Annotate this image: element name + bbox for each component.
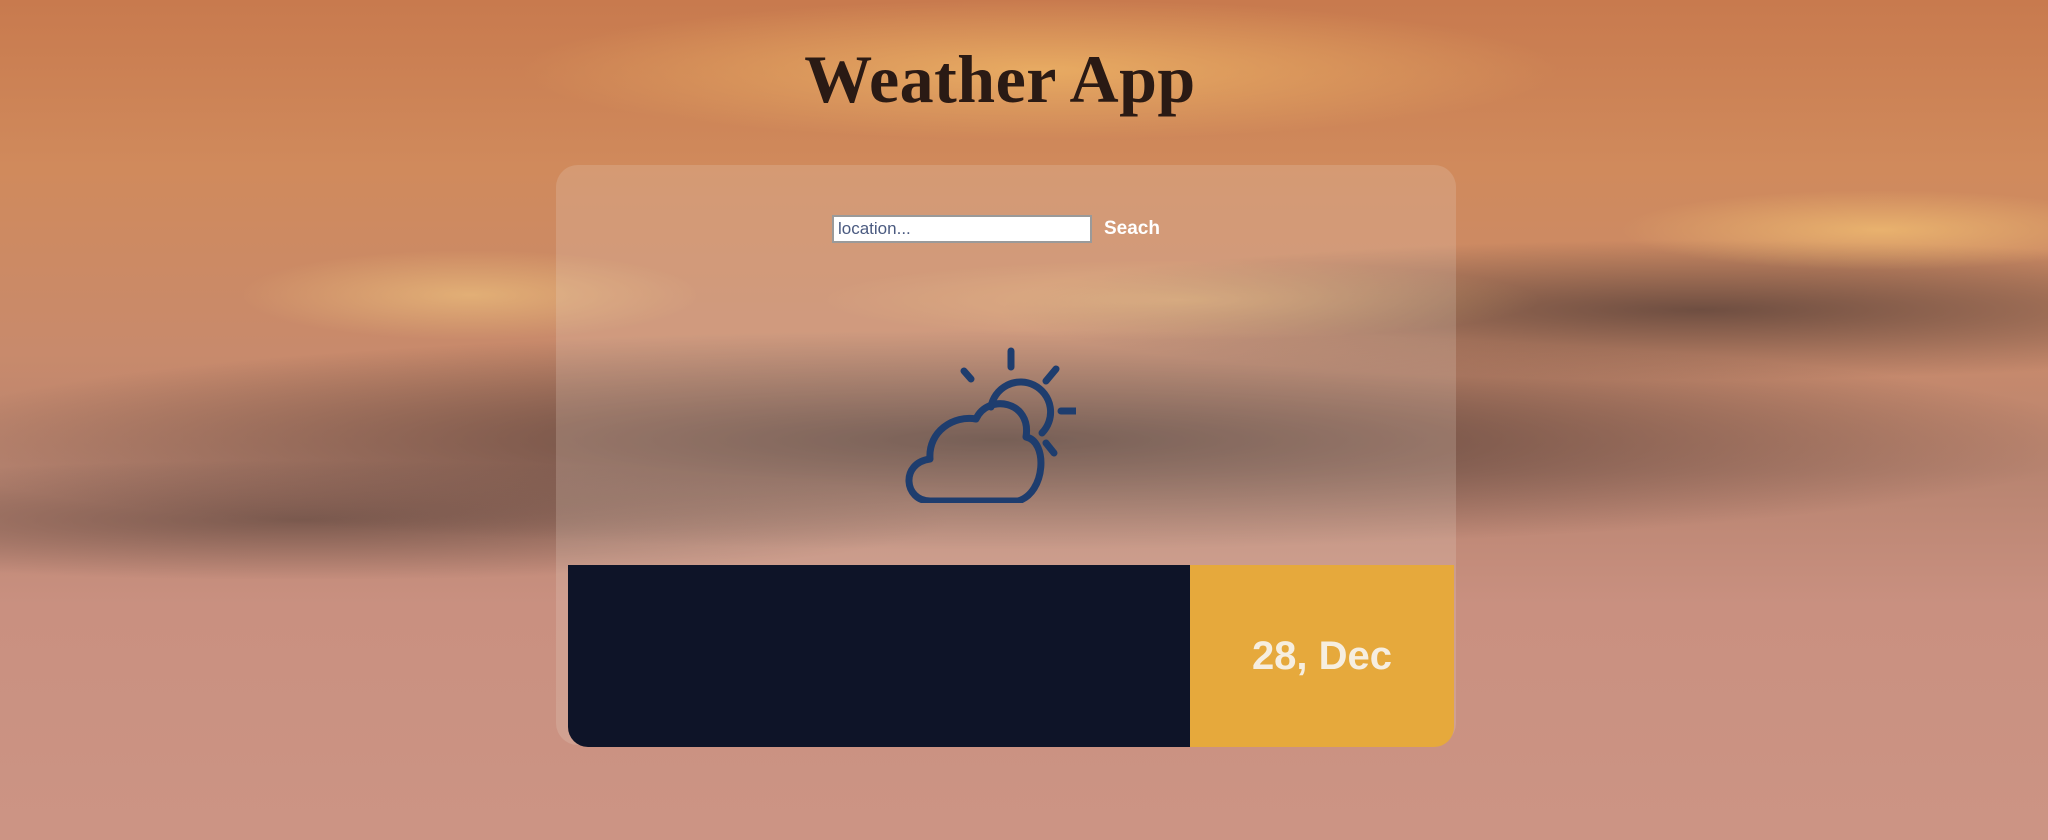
weather-info-bar: 28, Dec	[568, 565, 1454, 747]
weather-details-panel	[568, 565, 1190, 747]
search-button[interactable]: Seach	[1104, 218, 1160, 240]
partly-cloudy-icon	[905, 347, 1076, 503]
search-bar: Seach	[832, 215, 1160, 243]
weather-card: Seach 28, Dec	[556, 165, 1456, 747]
date-panel: 28, Dec	[1190, 565, 1454, 747]
location-input[interactable]	[832, 215, 1092, 243]
page-title: Weather App	[804, 41, 1196, 117]
date-label: 28, Dec	[1251, 633, 1393, 678]
